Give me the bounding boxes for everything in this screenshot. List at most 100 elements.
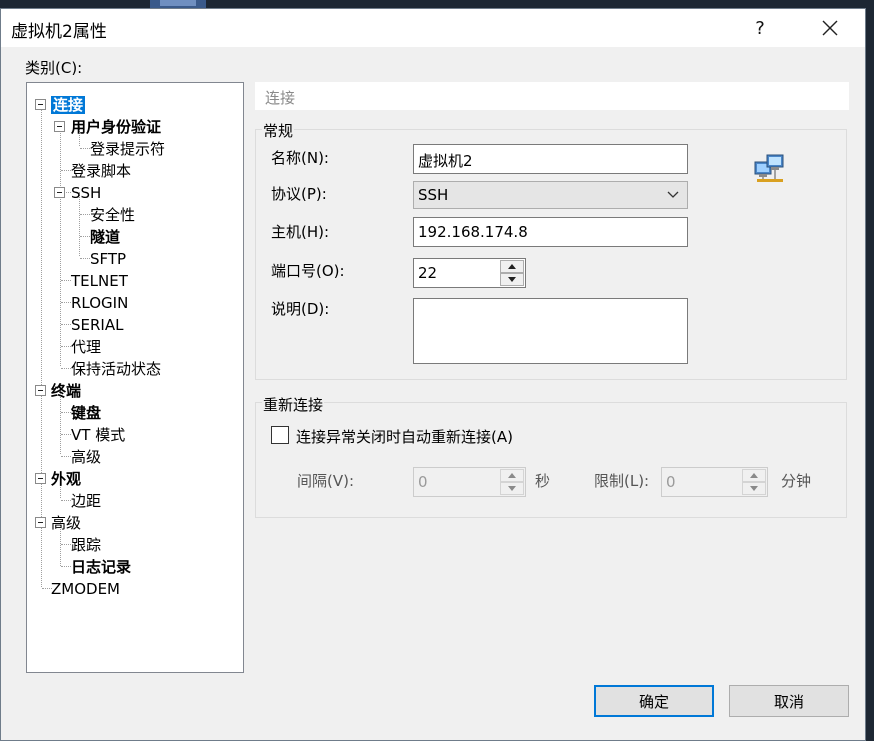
protocol-value: SSH [418,186,449,204]
interval-label: 间隔(V): [297,472,355,490]
tree-line [61,280,71,281]
tree-line [61,412,71,413]
port-increment-button[interactable] [500,260,524,273]
tree-line [61,324,71,325]
interval-value: 0 [418,473,428,491]
general-legend: 常规 [262,120,295,141]
tree-item-rlogin[interactable]: RLOGIN [71,293,128,313]
tree-item-sftp[interactable]: SFTP [90,249,126,269]
auto-reconnect-label[interactable]: 连接异常关闭时自动重新连接(A) [296,426,513,447]
tree-item-terminal[interactable]: 终端 [51,381,81,401]
tree-item-appearance[interactable]: 外观 [51,469,81,489]
properties-dialog: 虚拟机2属性 ? 类别(C): 连接 用户身份验证 登录提示符 登录脚本 SSH… [0,8,866,741]
tree-line [61,500,71,501]
limit-stepper[interactable]: 0 [661,467,768,497]
interval-decrement-button[interactable] [500,482,524,495]
tree-item-ssh[interactable]: SSH [71,183,101,203]
tree-item-terminal-advanced[interactable]: 高级 [71,447,101,467]
limit-label: 限制(L): [594,472,650,490]
description-input[interactable] [413,298,688,364]
interval-unit: 秒 [535,472,551,490]
tree-item-margins[interactable]: 边距 [71,491,101,511]
tree-item-logging[interactable]: 日志记录 [71,557,131,577]
tree-item-user-auth[interactable]: 用户身份验证 [71,117,161,137]
arrow-up-icon [750,473,758,478]
arrow-down-icon [508,486,516,491]
desktop-window-sliver [160,0,196,6]
tree-line [41,103,42,587]
tree-item-security[interactable]: 安全性 [90,205,135,225]
name-label: 名称(N): [271,149,329,167]
title-bar[interactable]: 虚拟机2属性 ? [1,9,865,47]
port-stepper[interactable]: 22 [413,258,526,288]
help-button[interactable]: ? [737,11,783,45]
port-stepper-buttons [500,260,524,286]
category-label: 类别(C): [25,59,83,77]
interval-stepper[interactable]: 0 [413,467,526,497]
arrow-down-icon [750,486,758,491]
tree-item-login-script[interactable]: 登录脚本 [71,161,131,181]
interval-increment-button[interactable] [500,469,524,482]
tree-line [61,544,71,545]
reconnect-legend: 重新连接 [262,394,325,415]
tree-line [61,566,71,567]
tree-line [80,236,90,237]
collapse-icon[interactable] [35,385,46,396]
tree-item-advanced[interactable]: 高级 [51,513,81,533]
ok-button[interactable]: 确定 [594,685,714,717]
tree-item-trace[interactable]: 跟踪 [71,535,101,555]
chevron-down-icon [667,191,679,198]
limit-decrement-button[interactable] [742,482,766,495]
tree-item-keepalive[interactable]: 保持活动状态 [71,359,161,379]
interval-stepper-buttons [500,469,524,495]
collapse-icon[interactable] [35,517,46,528]
port-label: 端口号(O): [271,262,345,280]
close-icon [822,20,838,36]
tree-item-serial[interactable]: SERIAL [71,315,123,335]
collapse-icon[interactable] [35,473,46,484]
close-button[interactable] [807,11,853,45]
tree-line [61,434,71,435]
tree-item-zmodem[interactable]: ZMODEM [51,579,120,599]
tree-line [80,258,90,259]
limit-stepper-buttons [742,469,766,495]
collapse-icon[interactable] [35,99,46,110]
arrow-up-icon [508,473,516,478]
protocol-select[interactable]: SSH [413,181,688,209]
host-label: 主机(H): [271,223,330,241]
tree-line [61,456,71,457]
description-label: 说明(D): [271,300,330,318]
tree-line [80,148,90,149]
section-header: 连接 [255,82,849,110]
window-title: 虚拟机2属性 [11,22,107,42]
limit-unit: 分钟 [781,472,812,490]
tree-line [61,170,71,171]
limit-increment-button[interactable] [742,469,766,482]
tree-item-connection[interactable]: 连接 [51,95,86,115]
tree-line [61,302,71,303]
port-decrement-button[interactable] [500,273,524,286]
tree-item-vt-mode[interactable]: VT 模式 [71,425,125,445]
tree-item-keyboard[interactable]: 键盘 [71,403,101,423]
tree-item-telnet[interactable]: TELNET [71,271,128,291]
tree-line [61,368,71,369]
network-computers-icon [754,154,784,182]
tree-item-proxy[interactable]: 代理 [71,337,101,357]
tree-line [61,346,71,347]
arrow-up-icon [508,264,516,269]
protocol-label: 协议(P): [271,185,327,203]
category-tree[interactable]: 连接 用户身份验证 登录提示符 登录脚本 SSH 安全性 隧道 SFTP TEL… [26,82,244,673]
tree-line [60,126,61,366]
collapse-icon[interactable] [54,187,65,198]
auto-reconnect-checkbox[interactable] [271,426,289,444]
tree-item-tunnel[interactable]: 隧道 [90,227,120,247]
limit-value: 0 [666,473,676,491]
tree-item-login-prompt[interactable]: 登录提示符 [90,139,165,159]
cancel-button[interactable]: 取消 [729,685,849,717]
tree-line [80,214,90,215]
host-input[interactable]: 192.168.174.8 [413,217,688,247]
name-input[interactable]: 虚拟机2 [413,144,688,174]
port-value: 22 [418,264,438,282]
collapse-icon[interactable] [54,121,65,132]
reconnect-group [255,402,847,518]
